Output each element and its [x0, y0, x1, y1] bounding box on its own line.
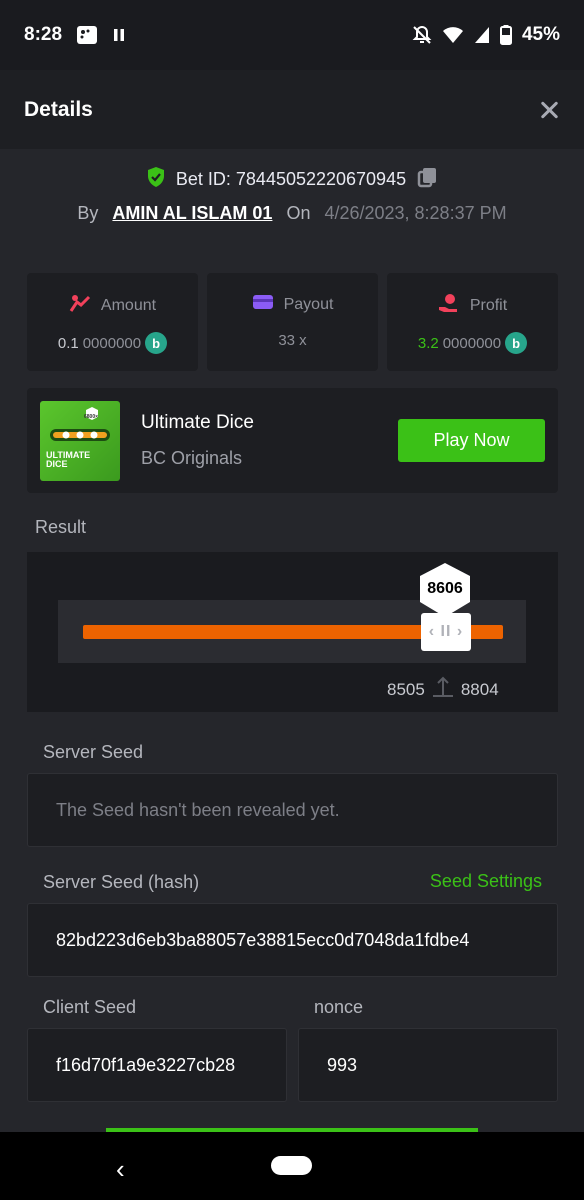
- thumb-badge: 6800×: [84, 414, 99, 420]
- close-icon[interactable]: [538, 99, 560, 121]
- bet-id-text: Bet ID: 78445052220670945: [175, 168, 407, 189]
- server-seed-label: Server Seed: [43, 742, 144, 762]
- amount-value-rest: 0000000: [82, 334, 142, 352]
- bet-id-row: Bet ID: 78445052220670945: [0, 164, 584, 194]
- game-thumbnail[interactable]: 6800× ULTIMATE DICE: [40, 401, 120, 481]
- bc-coin-icon: b: [505, 332, 528, 354]
- profit-value-main: 3.2: [417, 334, 439, 352]
- back-icon[interactable]: ‹: [116, 1154, 125, 1185]
- profit-card: Profit 3.2 0000000 b: [387, 273, 558, 371]
- nonce-label: nonce: [314, 997, 364, 1017]
- slider-handle[interactable]: ‹ II ›: [421, 613, 471, 651]
- range-low: 8505: [387, 679, 425, 699]
- bell-off-icon: [412, 25, 432, 45]
- bc-coin-icon: b: [145, 332, 168, 354]
- server-seed-field: The Seed hasn't been revealed yet.: [27, 773, 558, 847]
- profit-value-rest: 0000000: [442, 334, 502, 352]
- verified-shield-icon: [146, 166, 166, 193]
- status-bar: 8:28 45%: [0, 0, 584, 70]
- amount-label: Amount: [100, 296, 157, 314]
- game-name: Ultimate Dice: [141, 412, 254, 433]
- result-range: 8505 8804: [387, 676, 499, 703]
- copy-icon[interactable]: [416, 166, 438, 193]
- battery-percent: 45%: [521, 24, 560, 45]
- server-seed-hash-field[interactable]: 82bd223d6eb3ba88057e38815ecc0d7048da1fdb…: [27, 903, 558, 977]
- result-label: Result: [35, 517, 87, 537]
- nonce-field[interactable]: 993: [298, 1028, 558, 1102]
- client-seed-field[interactable]: f16d70f1a9e3227cb28: [27, 1028, 287, 1102]
- server-seed-hash-label: Server Seed (hash): [43, 872, 200, 892]
- battery-icon: [499, 25, 512, 45]
- home-pill-icon[interactable]: [271, 1156, 312, 1175]
- wifi-icon: [442, 26, 464, 44]
- client-seed-label: Client Seed: [43, 997, 137, 1017]
- system-nav-bar: ‹: [0, 1132, 584, 1200]
- seed-settings-link[interactable]: Seed Settings: [430, 871, 542, 892]
- thumb-title: ULTIMATE DICE: [46, 450, 91, 469]
- signal-icon: [474, 26, 490, 44]
- amount-value-main: 0.1: [57, 334, 79, 352]
- game-provider: BC Originals: [141, 448, 243, 468]
- bet-date: 4/26/2023, 8:28:37 PM: [324, 202, 507, 223]
- profit-icon: [438, 293, 460, 318]
- details-header: Details: [0, 70, 584, 149]
- status-time: 8:28: [24, 24, 63, 45]
- payout-icon: [252, 293, 274, 316]
- play-now-button[interactable]: Play Now: [398, 419, 545, 462]
- by-label: By: [77, 202, 99, 223]
- gallery-icon: [76, 25, 98, 45]
- user-link[interactable]: AMIN AL ISLAM 01: [112, 203, 272, 224]
- game-card: 6800× ULTIMATE DICE Ultimate Dice BC Ori…: [27, 388, 558, 493]
- amount-card: Amount 0.1 0000000 b: [27, 273, 198, 371]
- bet-meta-row: By AMIN AL ISLAM 01 On 4/26/2023, 8:28:3…: [0, 199, 584, 227]
- amount-icon: [69, 293, 91, 318]
- range-arrow-icon: [432, 676, 453, 703]
- range-high: 8804: [460, 679, 499, 699]
- profit-label: Profit: [469, 296, 508, 314]
- on-label: On: [286, 202, 311, 223]
- payout-label: Payout: [283, 295, 334, 313]
- payout-value: 33 x: [278, 332, 307, 349]
- page-title: Details: [24, 97, 93, 121]
- result-value: 8606: [427, 580, 463, 597]
- payout-card: Payout 33 x: [207, 273, 378, 371]
- pause-icon: [112, 28, 126, 42]
- result-panel: ‹ II › 8606 8505 8804: [27, 552, 558, 712]
